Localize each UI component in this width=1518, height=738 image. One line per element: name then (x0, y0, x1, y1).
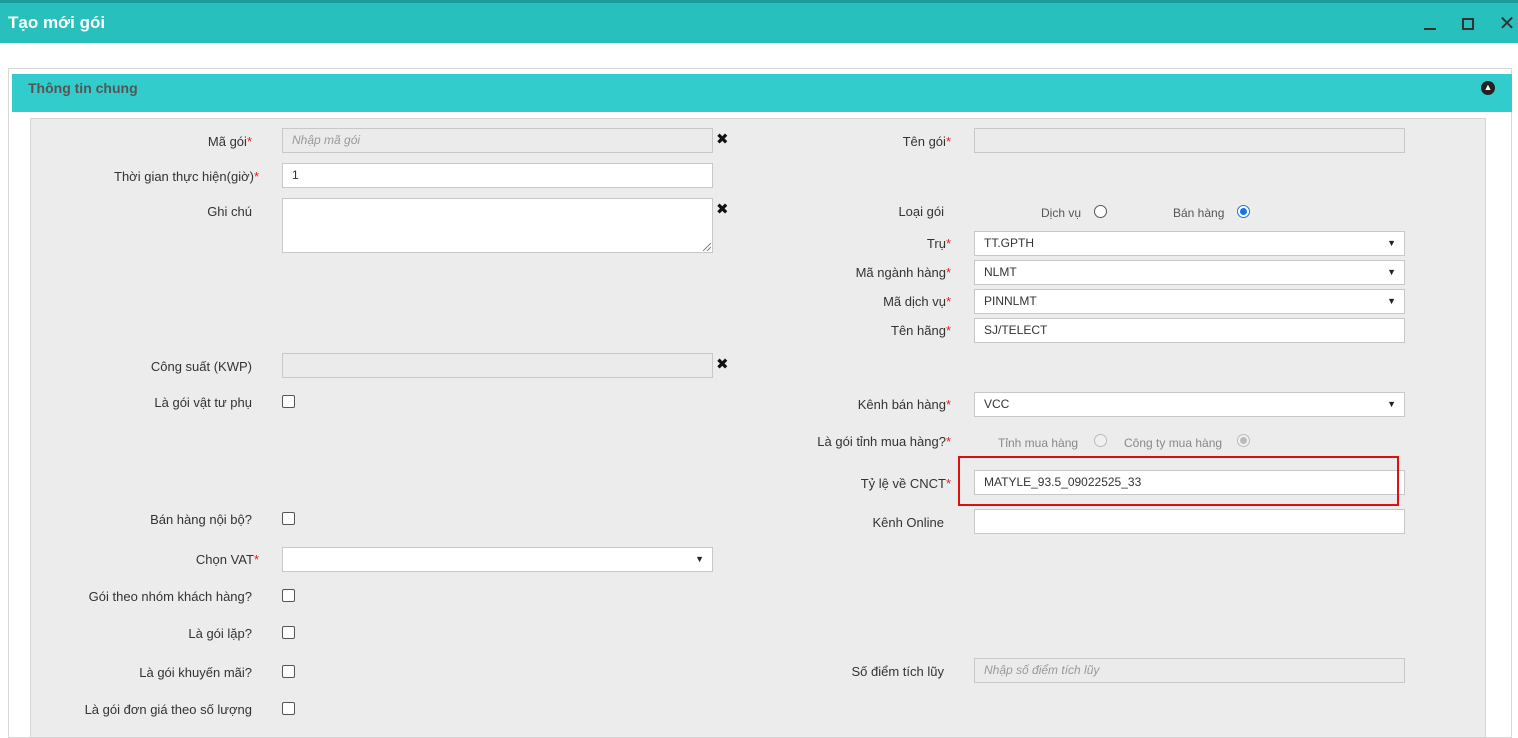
la-goi-don-gia-checkbox[interactable] (282, 702, 295, 715)
ban-hang-radio-label: Bán hàng (1173, 206, 1225, 220)
goi-theo-nhom-kh-checkbox[interactable] (282, 589, 295, 602)
la-goi-vat-tu-phu-checkbox[interactable] (282, 395, 295, 408)
ban-hang-radio[interactable] (1237, 205, 1250, 218)
clear-cong-suat-icon[interactable]: ✖ (716, 357, 729, 372)
kenh-ban-hang-select[interactable]: VCC ▼ (974, 392, 1405, 417)
kenh-online-label: Kênh Online (872, 515, 944, 530)
close-button[interactable]: ✕ (1494, 11, 1518, 37)
ban-hang-noi-bo-label: Bán hàng nội bộ? (150, 512, 252, 527)
ten-goi-input[interactable] (974, 128, 1405, 153)
chevron-down-icon: ▼ (695, 554, 704, 564)
chon-vat-select[interactable]: ▼ (282, 547, 713, 572)
chevron-down-icon: ▼ (1387, 399, 1396, 409)
minimize-icon (1424, 28, 1436, 30)
section-title: Thông tin chung (28, 80, 138, 96)
tru-value: TT.GPTH (984, 236, 1034, 250)
chon-vat-label: Chọn VAT* (195, 552, 259, 567)
kenh-ban-hang-value: VCC (984, 397, 1010, 411)
la-goi-vat-tu-phu-label: Là gói vật tư phụ (154, 395, 252, 410)
cong-ty-mua-hang-radio-label: Công ty mua hàng (1124, 436, 1223, 450)
la-goi-khuyen-mai-label: Là gói khuyến mãi? (139, 665, 252, 680)
ma-goi-label: Mã gói* (207, 134, 252, 149)
la-goi-lap-label: Là gói lặp? (188, 626, 252, 641)
ty-le-cnct-label: Tỷ lệ về CNCT* (860, 476, 951, 491)
minimize-button[interactable] (1417, 11, 1443, 37)
ma-nganh-hang-select[interactable]: NLMT ▼ (974, 260, 1405, 285)
highlight-box (958, 456, 1399, 506)
ma-dich-vu-select[interactable]: PINNLMT ▼ (974, 289, 1405, 314)
dich-vu-radio-label: Dịch vụ (1041, 206, 1082, 220)
window-titlebar: Tạo mới gói ✕ (0, 0, 1518, 43)
maximize-icon (1462, 18, 1474, 30)
ten-hang-label: Tên hãng* (891, 323, 951, 338)
kenh-ban-hang-label: Kênh bán hàng* (857, 397, 951, 412)
maximize-button[interactable] (1455, 11, 1481, 37)
la-goi-tinh-mua-hang-label: Là gói tỉnh mua hàng?* (817, 434, 951, 449)
chevron-down-icon: ▼ (1387, 267, 1396, 277)
cong-suat-label: Công suất (KWP) (150, 359, 252, 374)
la-goi-khuyen-mai-checkbox[interactable] (282, 665, 295, 678)
la-goi-don-gia-label: Là gói đơn giá theo số lượng (84, 702, 252, 717)
clear-ma-goi-icon[interactable]: ✖ (716, 132, 729, 147)
ma-nganh-hang-label: Mã ngành hàng* (855, 265, 951, 280)
tinh-mua-hang-radio[interactable] (1094, 434, 1107, 447)
window-title: Tạo mới gói (8, 13, 106, 32)
loai-goi-label: Loại gói (898, 204, 944, 219)
ghi-chu-textarea[interactable] (282, 198, 713, 253)
tinh-mua-hang-radio-label: Tỉnh mua hàng (998, 436, 1079, 450)
ma-dich-vu-value: PINNLMT (984, 294, 1037, 308)
thoi-gian-input[interactable]: 1 (282, 163, 713, 188)
la-goi-lap-checkbox[interactable] (282, 626, 295, 639)
close-icon: ✕ (1498, 13, 1516, 35)
ten-goi-label: Tên gói* (902, 134, 951, 149)
thoi-gian-label: Thời gian thực hiện(giờ)* (114, 169, 259, 184)
clear-ghi-chu-icon[interactable]: ✖ (716, 202, 729, 217)
kenh-online-input[interactable] (974, 509, 1405, 534)
so-diem-tich-luy-input[interactable]: Nhập số điểm tích lũy (974, 658, 1405, 683)
ma-dich-vu-label: Mã dịch vụ* (883, 294, 951, 309)
ghi-chu-label: Ghi chú (207, 204, 252, 219)
goi-theo-nhom-kh-label: Gói theo nhóm khách hàng? (88, 589, 252, 604)
chevron-down-icon: ▼ (1387, 296, 1396, 306)
collapse-icon[interactable]: ▲ (1481, 81, 1495, 95)
ten-hang-input[interactable]: SJ/TELECT (974, 318, 1405, 343)
section-header[interactable]: Thông tin chung ▲ (12, 74, 1512, 112)
resize-grip-icon[interactable] (703, 243, 711, 251)
so-diem-tich-luy-label: Số điểm tích lũy (851, 664, 945, 679)
cong-ty-mua-hang-radio[interactable] (1237, 434, 1250, 447)
chevron-down-icon: ▼ (1387, 238, 1396, 248)
tru-label: Trụ* (926, 236, 951, 251)
dich-vu-radio[interactable] (1094, 205, 1107, 218)
cong-suat-input[interactable] (282, 353, 713, 378)
ma-goi-input[interactable]: Nhập mã gói (282, 128, 713, 153)
ma-nganh-hang-value: NLMT (984, 265, 1017, 279)
tru-select[interactable]: TT.GPTH ▼ (974, 231, 1405, 256)
ban-hang-noi-bo-checkbox[interactable] (282, 512, 295, 525)
